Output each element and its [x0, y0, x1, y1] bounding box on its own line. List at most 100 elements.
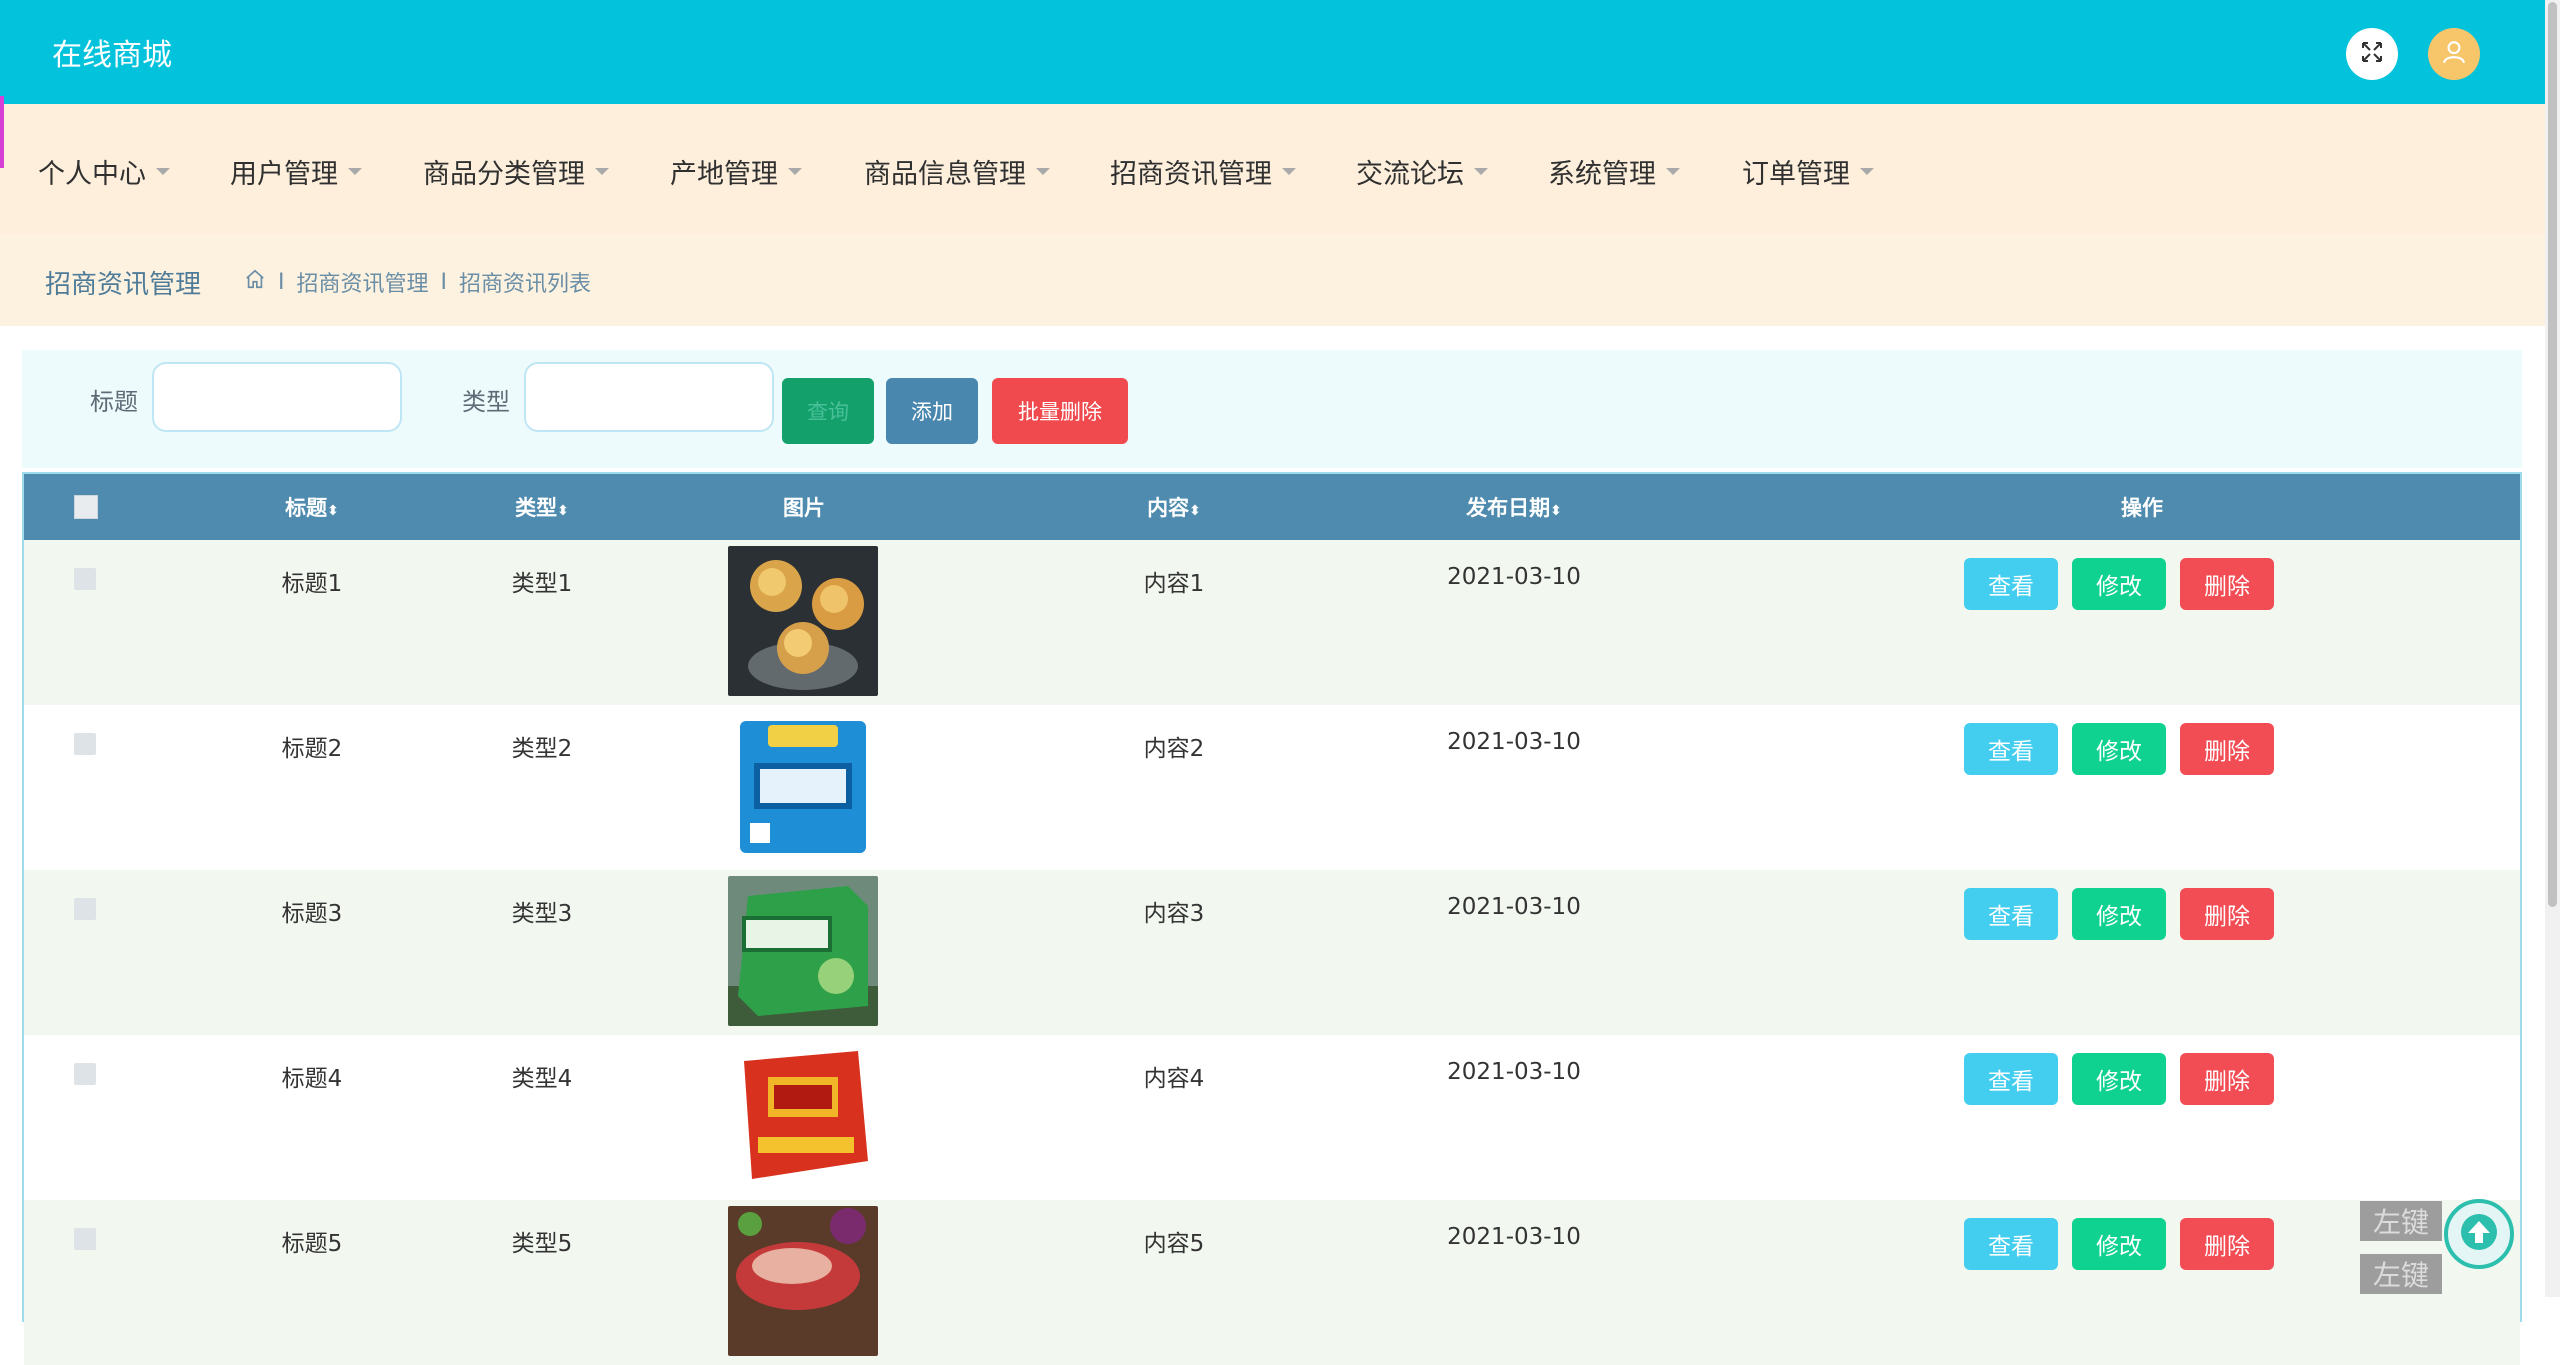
edit-button[interactable]: 修改 [2072, 558, 2166, 610]
nav-label: 商品信息管理 [864, 159, 1026, 190]
column-header-content[interactable]: 内容⬍ [1114, 492, 1234, 522]
column-label: 类型 [515, 496, 558, 520]
cell-type: 类型4 [511, 1066, 573, 1092]
sort-icon: ⬍ [1189, 503, 1201, 519]
row-checkbox[interactable] [74, 733, 96, 755]
sort-icon: ⬍ [327, 503, 339, 519]
column-label: 标题 [285, 496, 328, 520]
breadcrumb-separator: I [278, 269, 285, 295]
view-button[interactable]: 查看 [1964, 558, 2058, 610]
product-image-meat [728, 1206, 878, 1356]
cell-content: 内容2 [1143, 736, 1205, 762]
cell-type: 类型1 [511, 571, 573, 597]
top-header: 在线商城 [0, 0, 2545, 104]
view-button[interactable]: 查看 [1964, 723, 2058, 775]
cell-type: 类型3 [511, 901, 573, 927]
breadcrumb-separator: I [440, 269, 448, 295]
home-icon[interactable] [244, 268, 266, 296]
view-button[interactable]: 查看 [1964, 888, 2058, 940]
cell-date: 2021-03-10 [1447, 564, 1581, 590]
column-label: 内容 [1147, 496, 1190, 520]
column-label: 发布日期 [1466, 496, 1551, 520]
chevron-down-icon [788, 168, 802, 175]
type-search-input[interactable] [524, 362, 774, 432]
left-click-hint: 左键 [2360, 1254, 2442, 1294]
sort-icon: ⬍ [557, 503, 569, 519]
cell-title: 标题2 [281, 736, 343, 762]
delete-button[interactable]: 删除 [2180, 723, 2274, 775]
chevron-down-icon [1860, 168, 1874, 175]
nav-label: 招商资讯管理 [1110, 159, 1272, 190]
scrollbar-thumb[interactable] [2548, 2, 2557, 907]
breadcrumb-link[interactable]: 招商资讯管理 [297, 266, 429, 298]
chevron-down-icon [1474, 168, 1488, 175]
column-header-title[interactable]: 标题⬍ [262, 492, 362, 522]
row-checkbox[interactable] [74, 1228, 96, 1250]
cell-date: 2021-03-10 [1447, 894, 1581, 920]
cell-content: 内容5 [1143, 1231, 1205, 1257]
user-icon [2441, 39, 2467, 69]
row-checkbox[interactable] [74, 568, 96, 590]
table-header: 标题⬍ 类型⬍ 图片 内容⬍ 发布日期⬍ 操作 [24, 474, 2520, 540]
cell-content: 内容1 [1143, 571, 1205, 597]
chevron-down-icon [1666, 168, 1680, 175]
brand-title: 在线商城 [52, 38, 172, 73]
search-panel: 标题 类型 查询 添加 批量删除 [22, 350, 2522, 468]
cell-title: 标题4 [281, 1066, 343, 1092]
nav-item-user-management[interactable]: 用户管理 [230, 152, 362, 191]
cell-title: 标题5 [281, 1231, 343, 1257]
delete-button[interactable]: 删除 [2180, 1053, 2274, 1105]
delete-button[interactable]: 删除 [2180, 888, 2274, 940]
chevron-down-icon [595, 168, 609, 175]
edit-button[interactable]: 修改 [2072, 723, 2166, 775]
chevron-down-icon [156, 168, 170, 175]
fullscreen-button[interactable] [2346, 28, 2398, 80]
chevron-down-icon [348, 168, 362, 175]
nav-label: 订单管理 [1742, 159, 1850, 190]
nav-item-category-management[interactable]: 商品分类管理 [423, 152, 609, 191]
cell-content: 内容3 [1143, 901, 1205, 927]
cell-title: 标题3 [281, 901, 343, 927]
nav-label: 商品分类管理 [423, 159, 585, 190]
edit-button[interactable]: 修改 [2072, 888, 2166, 940]
back-to-top-button[interactable] [2444, 1199, 2514, 1269]
arrow-up-icon [2459, 1212, 2499, 1256]
product-image-red-box [728, 1041, 878, 1191]
column-header-type[interactable]: 类型⬍ [492, 492, 592, 522]
table-row: 标题3 类型3 内容3 2021-03-10 查看 修改 删除 [24, 870, 2520, 1035]
query-button[interactable]: 查询 [782, 378, 874, 444]
nav-item-investment-news[interactable]: 招商资讯管理 [1110, 152, 1296, 191]
view-button[interactable]: 查看 [1964, 1053, 2058, 1105]
nav-item-system-management[interactable]: 系统管理 [1548, 152, 1680, 191]
column-header-date[interactable]: 发布日期⬍ [1444, 492, 1584, 522]
nav-item-product-management[interactable]: 商品信息管理 [864, 152, 1050, 191]
user-avatar-button[interactable] [2428, 28, 2480, 80]
nav-label: 个人中心 [38, 159, 146, 190]
cell-date: 2021-03-10 [1447, 1059, 1581, 1085]
page-title: 招商资讯管理 [45, 270, 202, 300]
nav-item-order-management[interactable]: 订单管理 [1742, 152, 1874, 191]
cell-date: 2021-03-10 [1447, 1224, 1581, 1250]
nav-item-origin-management[interactable]: 产地管理 [670, 152, 802, 191]
row-checkbox[interactable] [74, 1063, 96, 1085]
product-image-green-box [728, 876, 878, 1026]
data-table: 标题⬍ 类型⬍ 图片 内容⬍ 发布日期⬍ 操作 标题1 类型1 内容1 2021… [22, 472, 2522, 1365]
delete-button[interactable]: 删除 [2180, 558, 2274, 610]
chevron-down-icon [1282, 168, 1296, 175]
sort-icon: ⬍ [1550, 503, 1562, 519]
edit-button[interactable]: 修改 [2072, 1218, 2166, 1270]
cell-title: 标题1 [281, 571, 343, 597]
edit-button[interactable]: 修改 [2072, 1053, 2166, 1105]
product-image-blue-box [728, 711, 878, 861]
delete-button[interactable]: 删除 [2180, 1218, 2274, 1270]
nav-label: 系统管理 [1548, 159, 1656, 190]
view-button[interactable]: 查看 [1964, 1218, 2058, 1270]
batch-delete-button[interactable]: 批量删除 [992, 378, 1128, 444]
nav-label: 交流论坛 [1356, 159, 1464, 190]
add-button[interactable]: 添加 [886, 378, 978, 444]
row-checkbox[interactable] [74, 898, 96, 920]
title-search-input[interactable] [152, 362, 402, 432]
nav-item-forum[interactable]: 交流论坛 [1356, 152, 1488, 191]
select-all-checkbox[interactable] [74, 495, 98, 519]
nav-item-personal-center[interactable]: 个人中心 [38, 152, 170, 191]
